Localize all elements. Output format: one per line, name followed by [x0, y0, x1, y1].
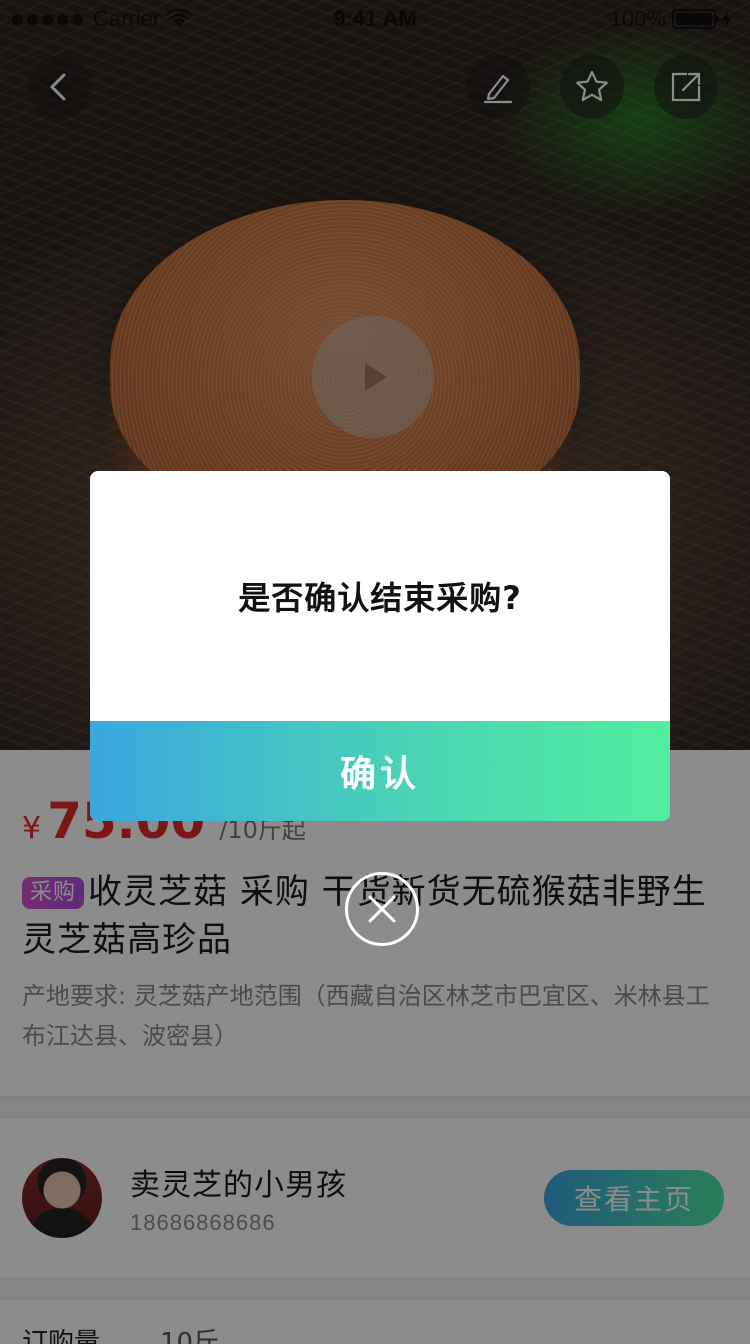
dialog-message: 是否确认结束采购?	[238, 579, 522, 617]
dialog-close-button[interactable]	[345, 872, 419, 946]
close-circle-icon	[368, 895, 396, 923]
confirm-button[interactable]: 确认	[90, 721, 670, 821]
confirm-dialog: 是否确认结束采购? 确认	[90, 471, 670, 821]
